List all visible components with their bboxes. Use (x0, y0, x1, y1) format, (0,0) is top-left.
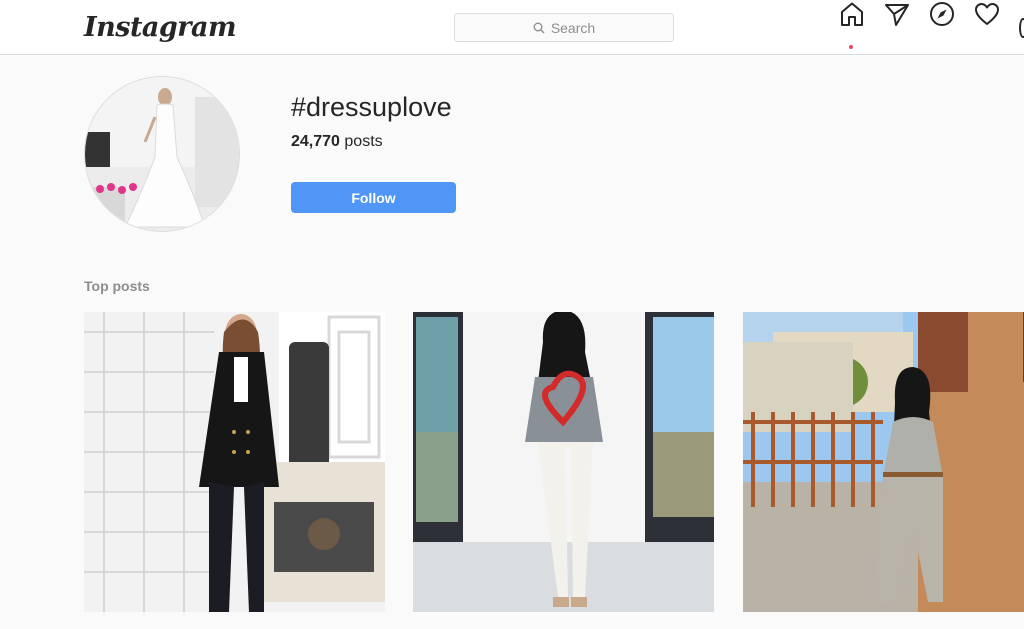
explore-icon[interactable] (928, 0, 956, 28)
search-input[interactable]: Search (454, 13, 674, 42)
post-count: 24,770 posts (291, 133, 383, 151)
profile-icon[interactable] (1019, 18, 1024, 38)
search-icon (533, 22, 545, 33)
home-icon[interactable] (838, 0, 866, 28)
top-post-2[interactable] (413, 312, 714, 612)
top-post-3[interactable] (743, 312, 1024, 612)
activity-heart-icon[interactable] (973, 0, 1001, 28)
search-placeholder: Search (550, 19, 596, 36)
post-count-value: 24,770 (291, 133, 340, 150)
direct-icon[interactable] (883, 0, 911, 28)
follow-button[interactable]: Follow (291, 182, 456, 213)
home-active-indicator (849, 45, 853, 49)
top-posts-label: Top posts (84, 278, 150, 294)
post-count-label: posts (344, 133, 383, 150)
instagram-logo[interactable]: Instagram (84, 12, 237, 43)
top-post-1[interactable] (84, 312, 385, 612)
hashtag-title: #dressuplove (291, 92, 452, 122)
top-nav: Instagram Search (0, 0, 1024, 55)
hashtag-avatar (84, 76, 240, 232)
